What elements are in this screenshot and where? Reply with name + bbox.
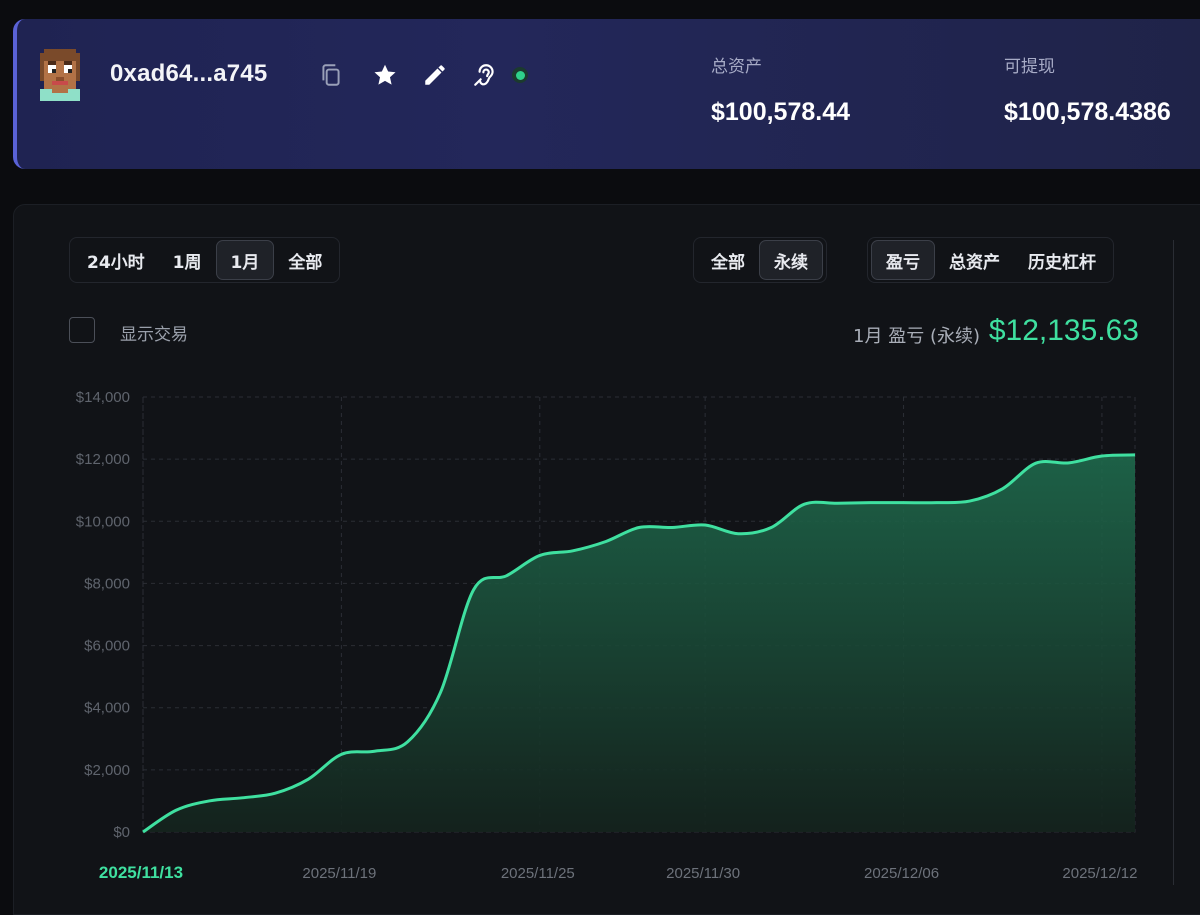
tab-1m[interactable]: 1月	[215, 240, 275, 280]
account-header	[13, 19, 1200, 169]
wallet-address: 0xad64...a745	[110, 60, 268, 87]
show-trades-label: 显示交易	[120, 325, 188, 345]
y-tick-label: $2,000	[84, 762, 130, 779]
tab-all-range[interactable]: 全部	[274, 240, 336, 280]
metric-tabs: 盈亏 总资产 历史杠杆	[867, 237, 1114, 283]
tab-perpetual[interactable]: 永续	[759, 240, 823, 280]
pixel-avatar	[36, 49, 84, 101]
tab-all-market[interactable]: 全部	[697, 240, 759, 280]
y-tick-label: $10,000	[76, 513, 130, 530]
total-assets-label: 总资产	[711, 57, 762, 77]
range-tabs: 24小时 1周 1月 全部	[69, 237, 341, 283]
tab-leverage-history[interactable]: 历史杠杆	[1014, 240, 1110, 280]
x-tick-label: 2025/11/25	[501, 865, 575, 882]
pnl-area-fill	[143, 454, 1135, 832]
x-tick-label: 2025/11/13	[99, 863, 183, 882]
y-tick-label: $8,000	[84, 575, 130, 592]
ear-icon[interactable]	[472, 62, 498, 88]
y-tick-label: $6,000	[84, 638, 130, 655]
y-tick-label: $0	[113, 824, 130, 841]
pencil-icon[interactable]	[422, 62, 448, 88]
x-tick-label: 2025/12/12	[1062, 865, 1137, 882]
withdrawable-value: $100,578.4386	[1004, 98, 1171, 126]
tab-pnl[interactable]: 盈亏	[871, 240, 935, 280]
tab-total-assets[interactable]: 总资产	[935, 240, 1014, 280]
y-tick-label: $4,000	[84, 700, 130, 717]
pnl-value: $12,135.63	[988, 314, 1139, 347]
withdrawable-label: 可提现	[1004, 57, 1055, 77]
y-tick-label: $14,000	[76, 389, 130, 406]
x-tick-label: 2025/12/06	[864, 865, 939, 882]
copy-icon[interactable]	[318, 62, 344, 88]
y-tick-label: $12,000	[76, 451, 130, 468]
tab-1w[interactable]: 1周	[159, 240, 216, 280]
online-status-indicator	[512, 67, 528, 83]
star-icon[interactable]	[372, 62, 398, 88]
x-tick-label: 2025/11/19	[302, 865, 376, 882]
pnl-caption: 1月 盈亏 (永续)	[853, 326, 980, 347]
pnl-area-chart: $0 $2,000 $4,000 $6,000 $8,000 $10,000 $12,000…	[76, 389, 1138, 882]
show-trades-checkbox[interactable]	[69, 317, 95, 343]
tab-24h[interactable]: 24小时	[73, 240, 159, 280]
total-assets-value: $100,578.44	[711, 98, 851, 126]
market-tabs: 全部 永续	[693, 237, 827, 283]
x-tick-label: 2025/11/30	[666, 865, 740, 882]
